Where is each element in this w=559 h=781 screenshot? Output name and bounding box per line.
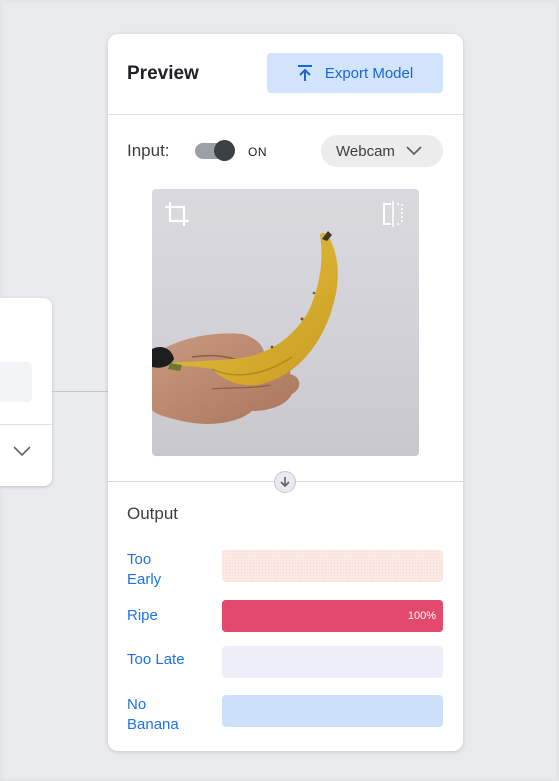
arrow-down-icon bbox=[274, 471, 296, 493]
preview-card: Preview Export Model Input: ON Webcam Ou… bbox=[108, 34, 463, 751]
divider bbox=[108, 114, 463, 115]
webcam-image bbox=[152, 231, 338, 424]
flip-icon[interactable] bbox=[381, 201, 405, 227]
confidence-bar bbox=[222, 550, 443, 582]
output-title: Output bbox=[127, 504, 179, 523]
output-class-row: Too Early bbox=[108, 550, 463, 590]
class-label: Ripe bbox=[127, 607, 158, 624]
confidence-bar bbox=[222, 646, 443, 678]
preview-title: Preview bbox=[127, 63, 199, 84]
confidence-bar: 100% bbox=[222, 600, 443, 632]
toggle-knob bbox=[214, 140, 235, 161]
input-source-select[interactable]: Webcam bbox=[321, 135, 443, 167]
class-label: Too Early bbox=[127, 551, 162, 588]
confidence-value: 100% bbox=[407, 610, 436, 622]
confidence-bar bbox=[222, 695, 443, 727]
output-class-row: No Banana bbox=[108, 695, 463, 735]
webcam-preview bbox=[152, 189, 419, 456]
class-label: No Banana bbox=[127, 696, 179, 733]
connector-line bbox=[52, 391, 108, 392]
chevron-down-icon bbox=[406, 146, 422, 156]
training-card-partial bbox=[0, 298, 52, 486]
export-model-button[interactable]: Export Model bbox=[267, 53, 443, 93]
input-source-value: Webcam bbox=[336, 142, 395, 160]
output-class-row: Too Late bbox=[108, 646, 463, 686]
divider bbox=[0, 424, 52, 425]
output-class-row: Ripe 100% bbox=[108, 600, 463, 640]
class-label: Too Late bbox=[127, 651, 185, 668]
upload-arrow-icon bbox=[297, 65, 312, 81]
chevron-down-icon[interactable] bbox=[12, 444, 32, 458]
input-toggle[interactable] bbox=[195, 140, 235, 161]
toggle-state-label: ON bbox=[248, 145, 267, 159]
training-field[interactable] bbox=[0, 362, 32, 402]
crop-icon[interactable] bbox=[164, 201, 190, 227]
input-label: Input: bbox=[127, 141, 170, 160]
export-model-label: Export Model bbox=[324, 64, 414, 82]
